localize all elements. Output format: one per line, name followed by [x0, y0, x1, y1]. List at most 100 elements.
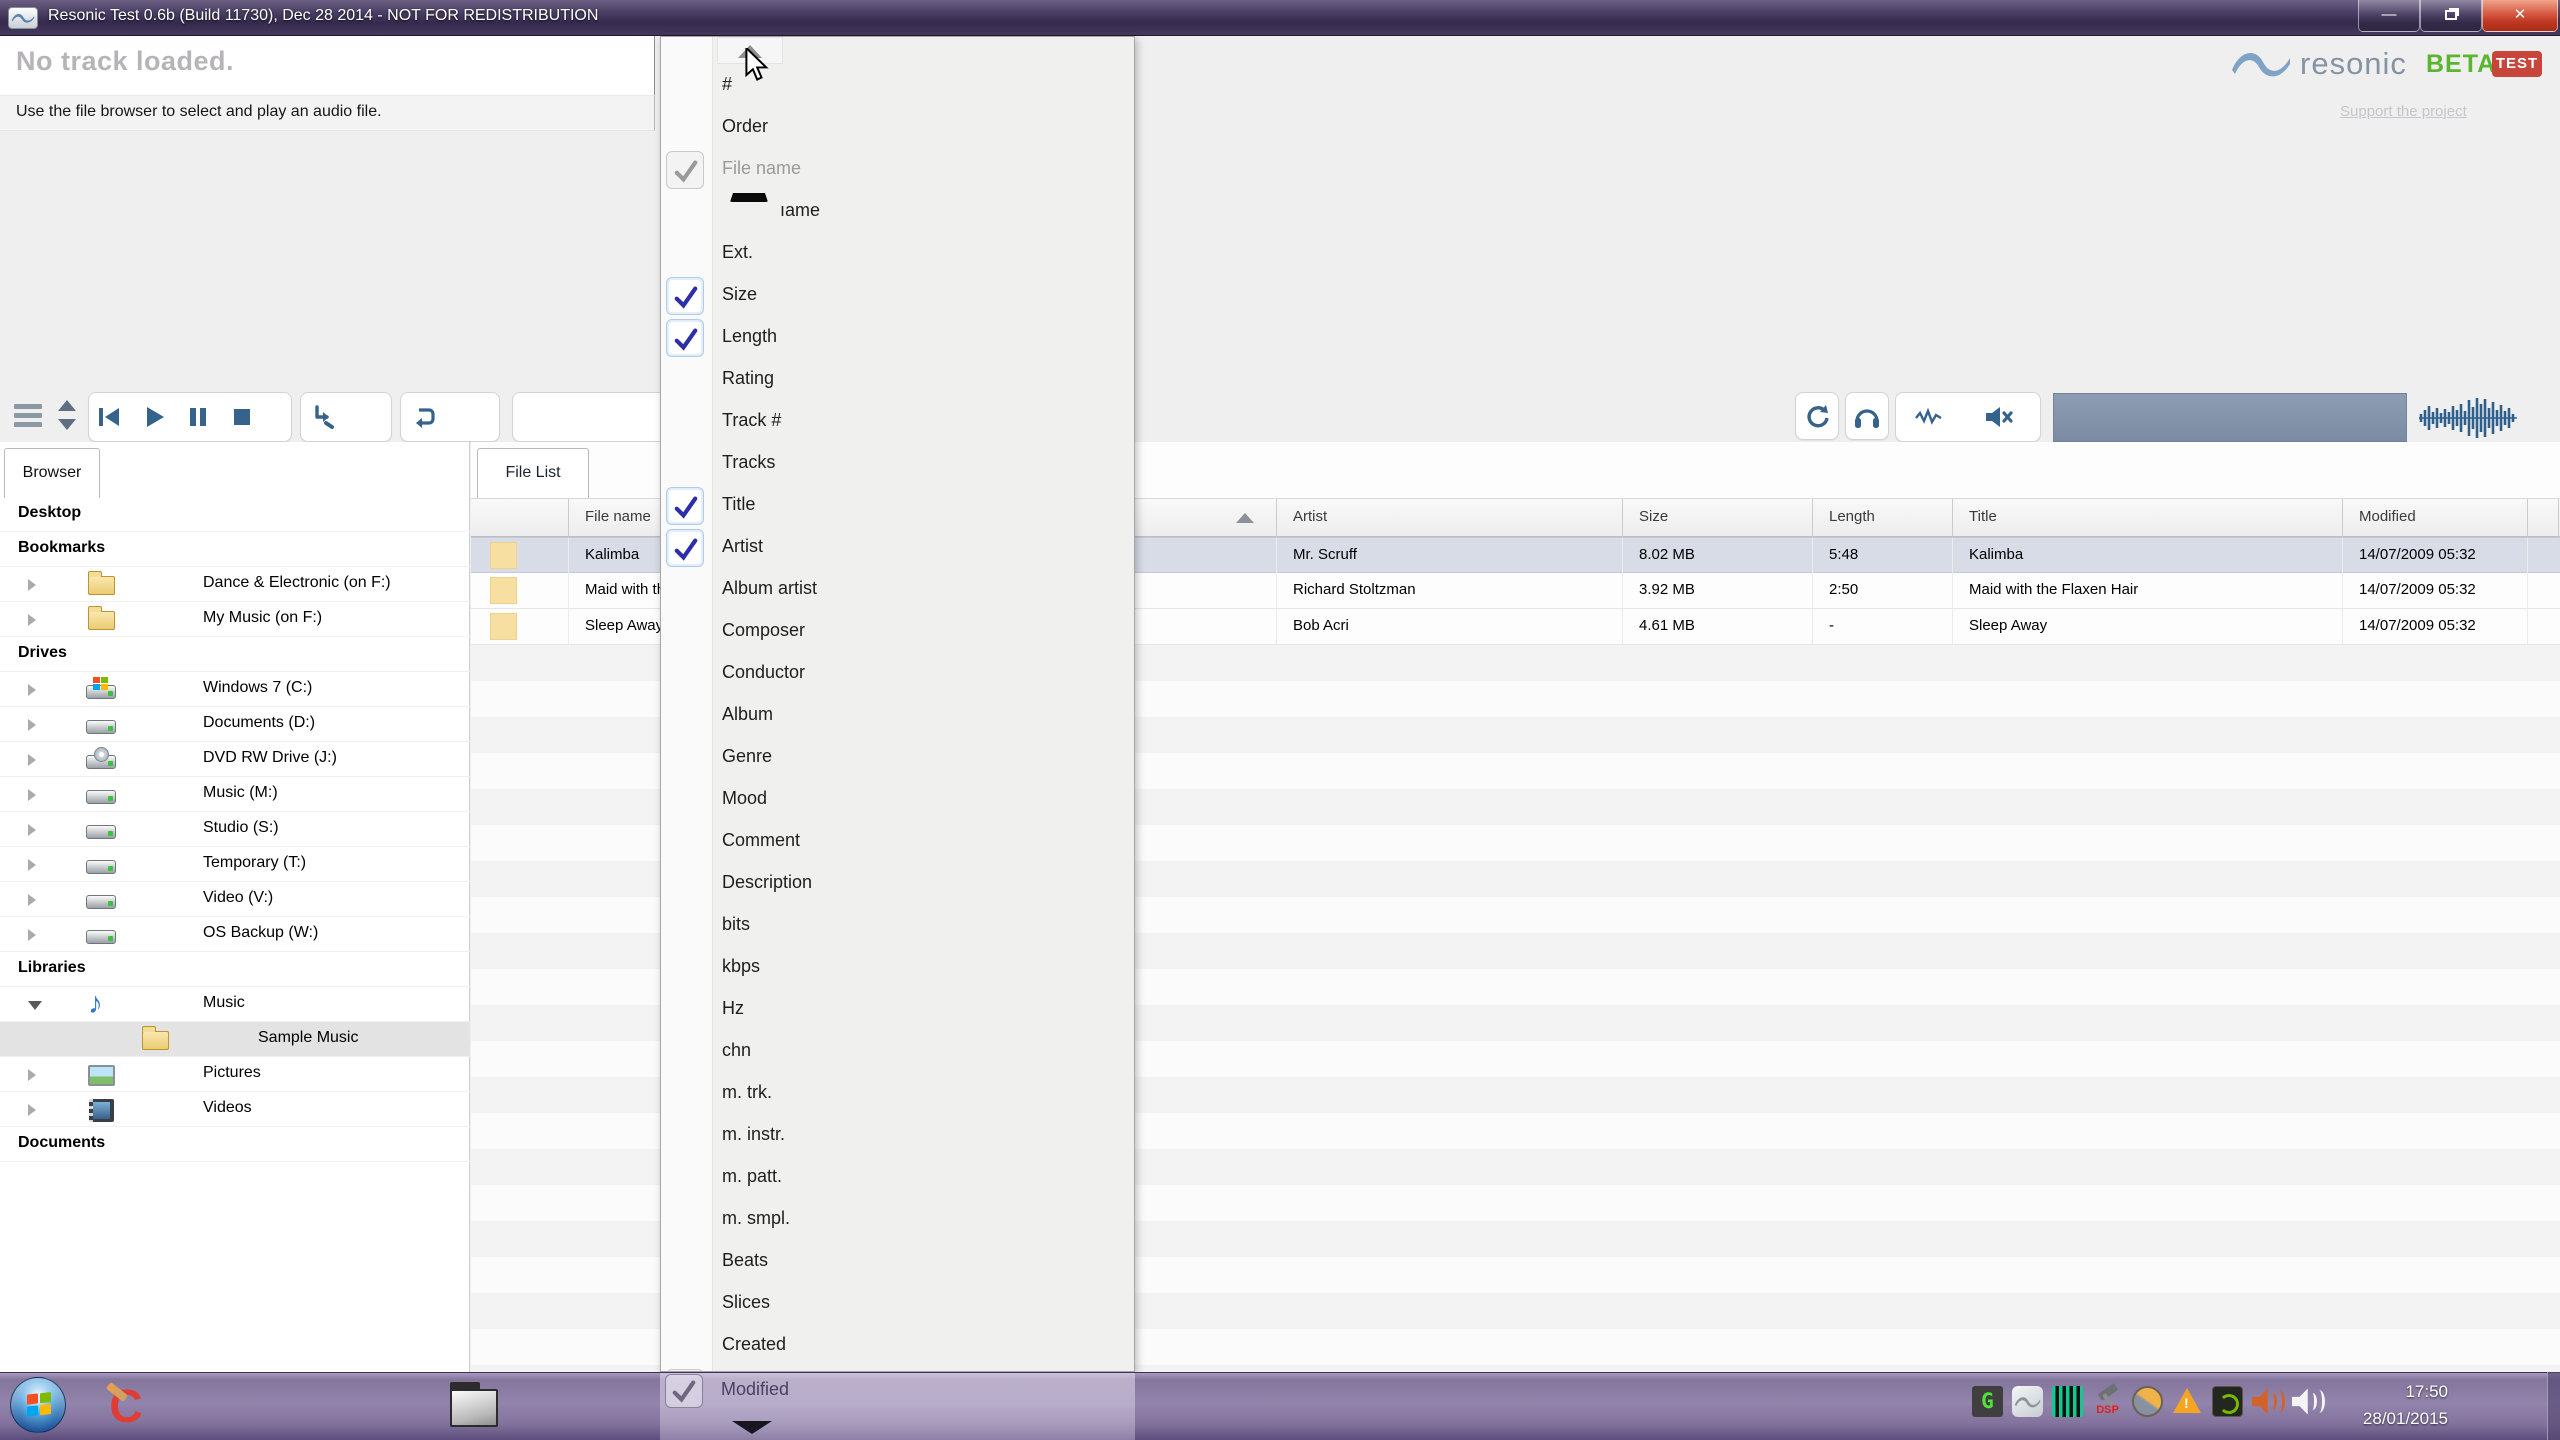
- menu-item-track-#[interactable]: Track #: [661, 401, 1134, 443]
- headphones-button[interactable]: [1845, 392, 1889, 440]
- sidebar-item-videos[interactable]: Videos: [0, 1092, 470, 1127]
- column-header-title[interactable]: Title: [1953, 499, 2343, 537]
- explorer-folder-icon[interactable]: [450, 1382, 500, 1428]
- checkbox-checked[interactable]: [666, 529, 704, 567]
- chevron-right-icon[interactable]: [28, 684, 36, 696]
- column-header-modified[interactable]: Modified: [2343, 499, 2528, 537]
- led-meter-icon[interactable]: G: [1972, 1386, 2003, 1417]
- checkbox-checked[interactable]: [666, 319, 704, 357]
- menu-item-composer[interactable]: Composer: [661, 611, 1134, 653]
- sidebar-item-windows-7-c-[interactable]: Windows 7 (C:): [0, 672, 470, 707]
- chevron-right-icon[interactable]: [28, 859, 36, 871]
- menu-item-hz[interactable]: Hz: [661, 989, 1134, 1031]
- day-night-icon[interactable]: [2132, 1386, 2163, 1417]
- waveform-preview[interactable]: [2418, 394, 2518, 447]
- menu-item-album[interactable]: Album: [661, 695, 1134, 737]
- auto-advance-icon[interactable]: [301, 393, 347, 441]
- menu-item-file-name[interactable]: File name: [661, 149, 1134, 191]
- menu-item-ext-[interactable]: Ext.: [661, 233, 1134, 275]
- menu-item-order[interactable]: Order: [661, 107, 1134, 149]
- nvidia-icon[interactable]: [2212, 1386, 2243, 1417]
- sidebar-item-sample-music[interactable]: Sample Music: [0, 1022, 470, 1057]
- menu-item-tracks[interactable]: Tracks: [661, 443, 1134, 485]
- chevron-right-icon[interactable]: [28, 789, 36, 801]
- column-header-extra[interactable]: [2528, 499, 2559, 537]
- refresh-button[interactable]: [1795, 392, 1839, 440]
- stop-button[interactable]: [222, 393, 262, 441]
- sidebar-item-music-m-[interactable]: Music (M:): [0, 777, 470, 812]
- sidebar-item-studio-s-[interactable]: Studio (S:): [0, 812, 470, 847]
- menu-item-album-artist[interactable]: Album artist: [661, 569, 1134, 611]
- menu-item-comment[interactable]: Comment: [661, 821, 1134, 863]
- sidebar-item-dvd-rw-drive-j-[interactable]: DVD RW Drive (J:): [0, 742, 470, 777]
- volume-slider[interactable]: [2053, 393, 2407, 442]
- checkbox-checked[interactable]: [666, 487, 704, 525]
- pause-button[interactable]: [178, 393, 218, 441]
- sidebar-item-os-backup-w-[interactable]: OS Backup (W:): [0, 917, 470, 952]
- taskbar-clock[interactable]: 17:50 28/01/2015: [2330, 1378, 2448, 1432]
- minimize-button[interactable]: —: [2358, 0, 2420, 32]
- menu-item-slices[interactable]: Slices: [661, 1283, 1134, 1325]
- menu-item-modified-ghost[interactable]: Modified: [721, 1379, 789, 1400]
- sidebar-item-music[interactable]: ♪Music: [0, 987, 470, 1022]
- tab-file-list[interactable]: File List: [477, 448, 589, 498]
- menu-item-m-instr-[interactable]: m. instr.: [661, 1115, 1134, 1157]
- menu-item-m-smpl-[interactable]: m. smpl.: [661, 1199, 1134, 1241]
- menu-item-length[interactable]: Length: [661, 317, 1134, 359]
- warning-icon[interactable]: !: [2172, 1386, 2203, 1417]
- support-project-link[interactable]: Support the project: [2340, 103, 2467, 120]
- queue-list-icon[interactable]: [14, 404, 44, 431]
- chevron-right-icon[interactable]: [28, 614, 36, 626]
- column-header-artist[interactable]: Artist: [1277, 499, 1623, 537]
- spectrum-analyzer-icon[interactable]: [2052, 1386, 2083, 1417]
- sort-spinner-icon[interactable]: [58, 400, 76, 430]
- menu-item-description[interactable]: Description: [661, 863, 1134, 905]
- monitor-wave-icon[interactable]: [1896, 393, 1962, 441]
- menu-item-title[interactable]: Title: [661, 485, 1134, 527]
- chevron-right-icon[interactable]: [28, 929, 36, 941]
- menu-item-genre[interactable]: Genre: [661, 737, 1134, 779]
- start-button[interactable]: [10, 1377, 66, 1433]
- column-header-size[interactable]: Size: [1623, 499, 1813, 537]
- sidebar-item-temporary-t-[interactable]: Temporary (T:): [0, 847, 470, 882]
- menu-item-conductor[interactable]: Conductor: [661, 653, 1134, 695]
- sidebar-item-documents-d-[interactable]: Documents (D:): [0, 707, 470, 742]
- chevron-right-icon[interactable]: [28, 894, 36, 906]
- resonic-tray-icon[interactable]: [2012, 1386, 2043, 1417]
- chevron-right-icon[interactable]: [28, 754, 36, 766]
- menu-item-m-trk-[interactable]: m. trk.: [661, 1073, 1134, 1115]
- menu-item-artist[interactable]: Artist: [661, 527, 1134, 569]
- chevron-right-icon[interactable]: [28, 824, 36, 836]
- menu-item--ame[interactable]: ıame: [661, 191, 1134, 233]
- menu-item-chn[interactable]: chn: [661, 1031, 1134, 1073]
- menu-item-m-patt-[interactable]: m. patt.: [661, 1157, 1134, 1199]
- play-button[interactable]: [133, 393, 173, 441]
- menu-item-beats[interactable]: Beats: [661, 1241, 1134, 1283]
- close-button[interactable]: ✕: [2482, 0, 2558, 32]
- chevron-right-icon[interactable]: [28, 719, 36, 731]
- ccleaner-taskbar-icon[interactable]: C: [100, 1380, 152, 1432]
- dsp-icon[interactable]: DSP: [2092, 1386, 2123, 1417]
- sidebar-item-pictures[interactable]: Pictures: [0, 1057, 470, 1092]
- mute-icon[interactable]: [1966, 393, 2032, 441]
- chevron-right-icon[interactable]: [28, 1104, 36, 1116]
- tab-browser[interactable]: Browser: [4, 448, 100, 498]
- volume-white-icon[interactable]: [2292, 1386, 2326, 1417]
- chevron-right-icon[interactable]: [28, 579, 36, 591]
- sidebar-item-video-v-[interactable]: Video (V:): [0, 882, 470, 917]
- menu-item-mood[interactable]: Mood: [661, 779, 1134, 821]
- modified-checkbox-ghost[interactable]: [665, 1374, 703, 1408]
- column-header-icon[interactable]: [471, 499, 569, 537]
- show-desktop-button[interactable]: [2547, 1372, 2560, 1440]
- loop-icon[interactable]: [401, 393, 445, 441]
- menu-item-rating[interactable]: Rating: [661, 359, 1134, 401]
- menu-scroll-down-icon[interactable]: [732, 1421, 772, 1434]
- checkbox-checked[interactable]: [666, 277, 704, 315]
- menu-item-created[interactable]: Created: [661, 1325, 1134, 1367]
- volume-orange-icon[interactable]: [2252, 1386, 2286, 1417]
- menu-item-#[interactable]: #: [661, 65, 1134, 107]
- menu-item-bits[interactable]: bits: [661, 905, 1134, 947]
- menu-item-kbps[interactable]: kbps: [661, 947, 1134, 989]
- skip-back-button[interactable]: [89, 393, 129, 441]
- sidebar-item-dance-electronic-on-f-[interactable]: Dance & Electronic (on F:): [0, 567, 470, 602]
